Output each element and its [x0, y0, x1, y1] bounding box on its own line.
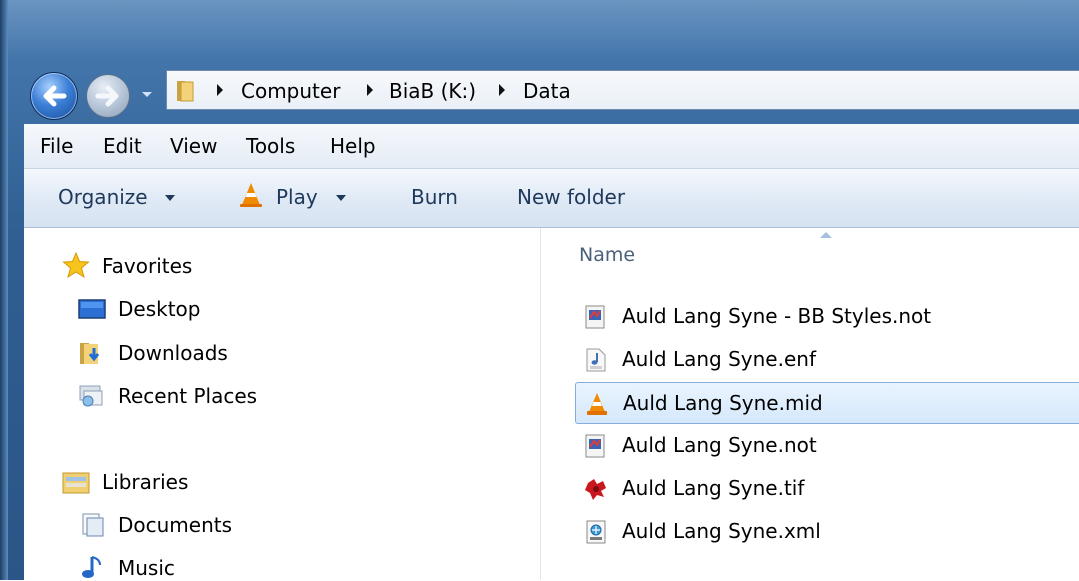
file-row[interactable]: Auld Lang Syne - BB Styles.not [575, 296, 1079, 338]
file-name: Auld Lang Syne.mid [623, 391, 823, 415]
vlc-cone-icon [587, 393, 607, 415]
file-name: Auld Lang Syne.not [622, 433, 817, 457]
burn-button[interactable]: Burn [411, 185, 458, 209]
file-name: Auld Lang Syne - BB Styles.not [622, 304, 932, 328]
organize-label: Organize [58, 185, 148, 209]
menu-view[interactable]: View [170, 134, 217, 158]
breadcrumb-data[interactable]: Data [523, 79, 571, 103]
file-row[interactable]: Auld Lang Syne.not [575, 425, 1079, 467]
navigation-pane[interactable]: Favorites Desktop Downloads Recent Place… [24, 228, 541, 580]
file-name: Auld Lang Syne.tif [622, 476, 805, 500]
file-row[interactable]: Auld Lang Syne.tif [575, 468, 1079, 510]
folder-icon [177, 81, 194, 102]
downloads-folder-icon [80, 343, 100, 364]
recent-pages-dropdown-icon[interactable] [140, 82, 154, 106]
menu-bar: File Edit View Tools Help [24, 124, 1079, 169]
breadcrumb-biab-drive[interactable]: BiaB (K:) [389, 79, 476, 103]
file-row[interactable]: Auld Lang Syne.xml [575, 511, 1079, 553]
xml-file-icon [586, 520, 606, 544]
file-list-pane[interactable]: Name Auld Lang Syne - BB Styles.not Auld… [541, 228, 1079, 580]
music-icon [82, 556, 101, 578]
file-row[interactable]: Auld Lang Syne.enf [575, 339, 1079, 381]
file-row-selected[interactable]: Auld Lang Syne.mid [575, 382, 1079, 424]
menu-file[interactable]: File [40, 134, 73, 158]
file-name: Auld Lang Syne.enf [622, 347, 816, 371]
star-icon [62, 252, 90, 278]
breadcrumb-computer[interactable]: Computer [241, 79, 340, 103]
red-image-icon [585, 479, 606, 500]
vlc-cone-icon [240, 183, 262, 207]
column-header-name[interactable]: Name [579, 244, 635, 266]
libraries-icon [62, 472, 90, 494]
chevron-down-icon [165, 195, 175, 201]
recent-places-icon [79, 385, 103, 407]
music-note-file-icon [586, 348, 606, 372]
nav-label-downloads: Downloads [118, 341, 228, 365]
forward-button[interactable] [86, 74, 130, 118]
notation-file-icon [585, 434, 605, 458]
play-label: Play [276, 185, 318, 209]
sort-ascending-icon [820, 232, 832, 238]
address-bar[interactable]: Computer BiaB (K:) Data [166, 70, 1079, 110]
forward-arrow-icon [95, 85, 119, 107]
nav-label-recent-places: Recent Places [118, 384, 258, 408]
nav-label-desktop: Desktop [118, 297, 201, 321]
menu-edit[interactable]: Edit [103, 134, 142, 158]
breadcrumb-chevron-icon[interactable] [365, 83, 375, 97]
desktop-icon [78, 299, 106, 319]
breadcrumb-chevron-icon[interactable] [215, 83, 225, 97]
back-arrow-icon [43, 85, 67, 107]
nav-label-favorites: Favorites [102, 254, 193, 278]
window-left-edge [0, 0, 8, 580]
chevron-down-icon [336, 195, 346, 201]
nav-label-libraries: Libraries [102, 470, 189, 494]
file-name: Auld Lang Syne.xml [622, 519, 821, 543]
new-folder-button[interactable]: New folder [517, 185, 625, 209]
menu-tools[interactable]: Tools [246, 134, 295, 158]
back-button[interactable] [30, 72, 78, 120]
nav-label-music: Music [118, 556, 175, 580]
menu-help[interactable]: Help [330, 134, 376, 158]
documents-icon [82, 513, 104, 537]
command-bar: Organize Play Burn New folder [24, 169, 1079, 228]
nav-label-documents: Documents [118, 513, 233, 537]
title-bar[interactable] [8, 0, 1079, 60]
breadcrumb-chevron-icon[interactable] [497, 83, 507, 97]
notation-file-icon [585, 305, 605, 329]
